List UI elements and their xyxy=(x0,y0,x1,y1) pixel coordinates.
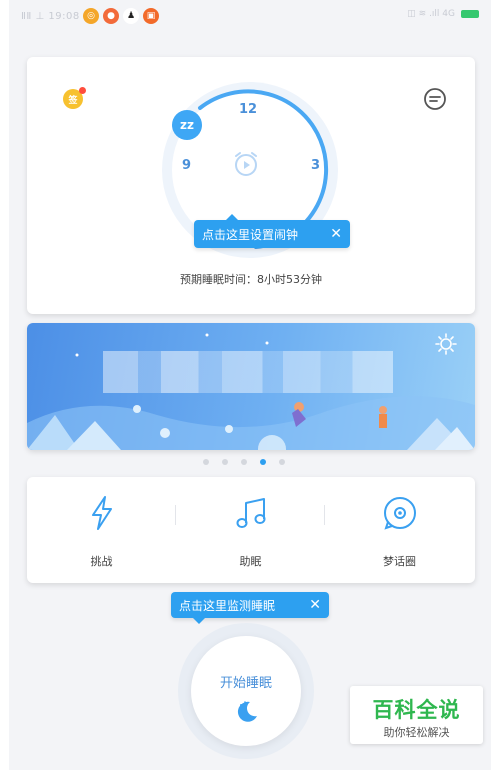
clock-number-12: 12 xyxy=(239,102,258,117)
status-time: ⅡⅡ ⊥ 19:08 xyxy=(21,11,80,22)
status-bar: ⅡⅡ ⊥ 19:08 ◎ ● ♟ ▣ ◫ ≋ .ıll 4G xyxy=(9,0,491,40)
notification-dot xyxy=(79,87,86,94)
message-icon[interactable] xyxy=(423,87,447,115)
watermark-logo: 百科全说 助你轻松解决 xyxy=(350,686,483,744)
app-screen: ⅡⅡ ⊥ 19:08 ◎ ● ♟ ▣ ◫ ≋ .ıll 4G 签 zz 12 9… xyxy=(9,0,491,770)
dream-circle-icon xyxy=(382,495,418,535)
close-icon[interactable]: ✕ xyxy=(309,597,321,613)
start-sleep-label: 开始睡眠 xyxy=(219,676,272,691)
pagination-dot[interactable] xyxy=(241,459,247,465)
colorwheel-app-icon: ◎ xyxy=(83,8,99,24)
battery-icon xyxy=(461,10,479,18)
tool-label: 助眠 xyxy=(239,555,262,568)
start-sleep-button[interactable]: 开始睡眠 xyxy=(191,636,301,746)
close-icon[interactable]: ✕ xyxy=(330,226,342,242)
alarm-clock-icon xyxy=(231,149,261,183)
clock-number-3: 3 xyxy=(311,158,321,173)
pagination-dot[interactable] xyxy=(222,459,228,465)
penguin-app-icon: ♟ xyxy=(123,8,139,24)
checkin-badge-label: 签 xyxy=(68,95,78,106)
sleep-start-marker-icon[interactable]: zz xyxy=(172,110,202,140)
set-alarm-tip-text: 点击这里设置闹钟 xyxy=(202,227,299,242)
set-alarm-tooltip[interactable]: 点击这里设置闹钟 ✕ xyxy=(194,214,350,248)
tool-label: 梦话圈 xyxy=(383,555,416,568)
promo-banner[interactable] xyxy=(27,323,475,450)
expected-sleep-time: 预期睡眠时间：8小时53分钟 xyxy=(180,273,322,286)
signal-text: ◫ ≋ .ıll 4G xyxy=(407,9,455,19)
watermark-subtitle: 助你轻松解决 xyxy=(383,726,450,739)
monitor-sleep-tooltip[interactable]: 点击这里监测睡眠 ✕ xyxy=(171,592,329,624)
pagination-dot[interactable] xyxy=(279,459,285,465)
banner-title-blurred xyxy=(103,351,393,393)
tool-challenge[interactable]: 挑战 xyxy=(27,477,176,583)
tool-dream-circle[interactable]: 梦话圈 xyxy=(325,477,474,583)
tool-label: 挑战 xyxy=(90,555,113,568)
zz-text: zz xyxy=(180,118,194,132)
status-app-icons: ◎ ● ♟ ▣ xyxy=(83,8,159,24)
banner-pagination xyxy=(203,459,285,465)
alarm-card: 签 zz 12 9 3 点击这里设置闹钟 ✕ 预期睡眠时间：8小时53分钟 xyxy=(27,57,475,314)
orange-app-icon: ▣ xyxy=(143,8,159,24)
clock-number-9: 9 xyxy=(182,158,192,173)
pagination-dot-active[interactable] xyxy=(260,459,266,465)
pagination-dot[interactable] xyxy=(203,459,209,465)
music-note-icon xyxy=(233,495,269,535)
quick-tools-card: 挑战 助眠 梦话圈 xyxy=(27,477,475,583)
lightning-icon xyxy=(87,495,117,535)
watermark-title: 百科全说 xyxy=(372,698,461,722)
monitor-sleep-tip-text: 点击这里监测睡眠 xyxy=(179,598,276,613)
tool-sleep-aid[interactable]: 助眠 xyxy=(176,477,325,583)
status-indicators: ◫ ≋ .ıll 4G xyxy=(407,9,479,19)
chat-app-icon: ● xyxy=(103,8,119,24)
moon-icon xyxy=(235,699,259,727)
checkin-badge-icon[interactable]: 签 xyxy=(63,87,86,109)
